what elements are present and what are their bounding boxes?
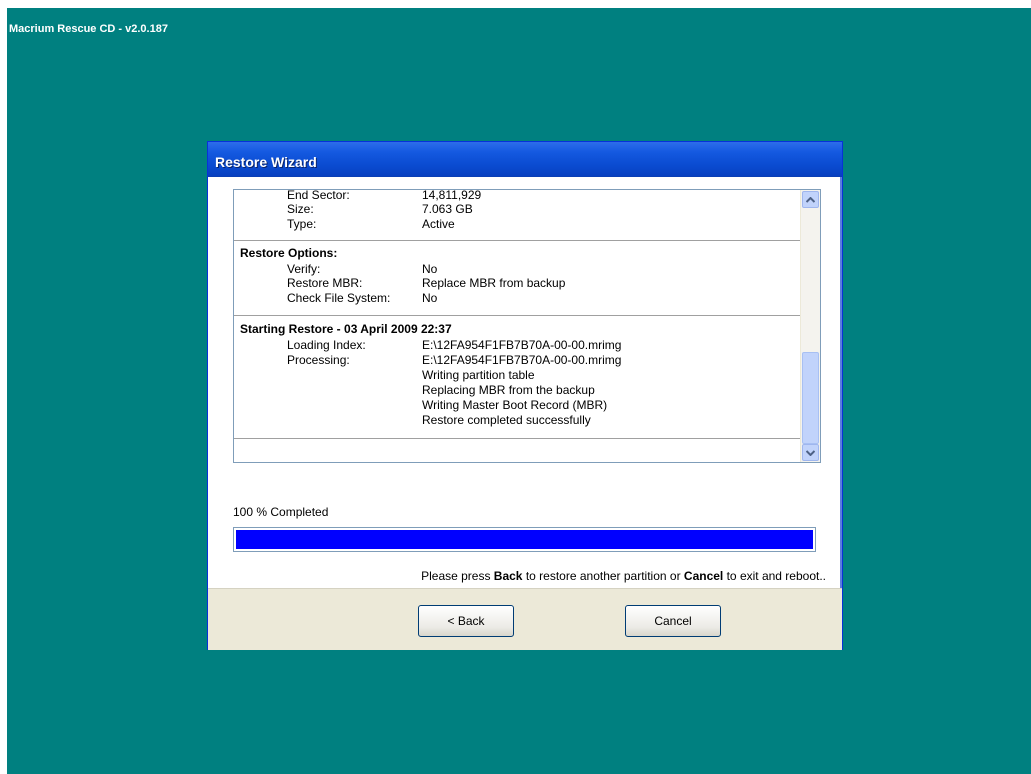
log-value: No: [422, 262, 438, 276]
chevron-up-icon: [806, 196, 815, 203]
log-value: Writing partition table: [422, 368, 535, 382]
log-row: Restore MBR: Replace MBR from backup: [234, 276, 794, 291]
log-row: Writing partition table: [234, 368, 794, 383]
log-value: E:\12FA954F1FB7B70A-00-00.mrimg: [422, 353, 622, 367]
restore-log[interactable]: End Sector: 14,811,929 Size: 7.063 GB Ty…: [233, 189, 821, 463]
log-row: Restore completed successfully: [234, 413, 794, 428]
restore-wizard-window: Restore Wizard End Sector: 14,811,929 Si…: [207, 141, 843, 650]
log-row: Replacing MBR from the backup: [234, 383, 794, 398]
window-edge: [840, 177, 842, 588]
app-title: Macrium Rescue CD - v2.0.187: [9, 23, 168, 35]
log-value: Active: [422, 217, 455, 231]
log-value: Replacing MBR from the backup: [422, 383, 595, 397]
log-row: Size: 7.063 GB: [234, 202, 794, 217]
log-value: No: [422, 291, 438, 305]
log-value: 14,811,929: [422, 190, 482, 202]
log-value: Replace MBR from backup: [422, 276, 566, 290]
log-label: Type:: [287, 217, 317, 231]
instruction-post: to exit and reboot..: [723, 569, 826, 583]
log-row: Type: Active: [234, 217, 794, 232]
scroll-up-button[interactable]: [802, 191, 819, 208]
log-row: Processing: E:\12FA954F1FB7B70A-00-00.mr…: [234, 353, 794, 368]
scroll-down-button[interactable]: [802, 444, 819, 461]
instruction-back-word: Back: [493, 569, 523, 583]
instruction-text: Please press Back to restore another par…: [421, 569, 826, 583]
progress-label: 100 % Completed: [233, 505, 329, 519]
log-separator: [234, 438, 800, 439]
log-separator: [234, 315, 800, 316]
back-button[interactable]: < Back: [418, 605, 514, 637]
scroll-thumb[interactable]: [802, 352, 819, 444]
wizard-content: End Sector: 14,811,929 Size: 7.063 GB Ty…: [208, 177, 842, 588]
log-content: End Sector: 14,811,929 Size: 7.063 GB Ty…: [234, 190, 800, 462]
log-value: Writing Master Boot Record (MBR): [422, 398, 608, 412]
log-separator: [234, 240, 800, 241]
instruction-pre: Please press: [421, 569, 494, 583]
log-label: End Sector:: [287, 190, 350, 202]
log-label: Loading Index:: [287, 338, 366, 352]
log-row: Loading Index: E:\12FA954F1FB7B70A-00-00…: [234, 338, 794, 353]
starting-restore-heading: Starting Restore - 03 April 2009 22:37: [240, 322, 452, 336]
restore-options-heading: Restore Options:: [240, 246, 338, 260]
log-row: Check File System: No: [234, 291, 794, 306]
window-title: Restore Wizard: [215, 154, 317, 170]
button-bar: < Back Cancel: [208, 588, 842, 650]
log-row: Writing Master Boot Record (MBR): [234, 398, 794, 413]
instruction-cancel-word: Cancel: [683, 569, 724, 583]
log-row: Verify: No: [234, 262, 794, 277]
log-value: E:\12FA954F1FB7B70A-00-00.mrimg: [422, 338, 622, 352]
window-titlebar[interactable]: Restore Wizard: [208, 142, 842, 177]
desktop: Macrium Rescue CD - v2.0.187 Restore Wiz…: [7, 8, 1031, 774]
log-label: Size:: [287, 202, 314, 216]
progress-fill: [236, 530, 813, 549]
log-value: Restore completed successfully: [422, 413, 591, 427]
log-label: Check File System:: [287, 291, 391, 305]
log-label: Verify:: [287, 262, 321, 276]
log-value: 7.063 GB: [422, 202, 473, 216]
log-scrollbar[interactable]: [800, 190, 820, 462]
cancel-button[interactable]: Cancel: [625, 605, 721, 637]
chevron-down-icon: [806, 449, 815, 456]
progress-bar: [233, 527, 816, 552]
log-label: Restore MBR:: [287, 276, 363, 290]
instruction-mid: to restore another partition or: [522, 569, 684, 583]
log-label: Processing:: [287, 353, 350, 367]
